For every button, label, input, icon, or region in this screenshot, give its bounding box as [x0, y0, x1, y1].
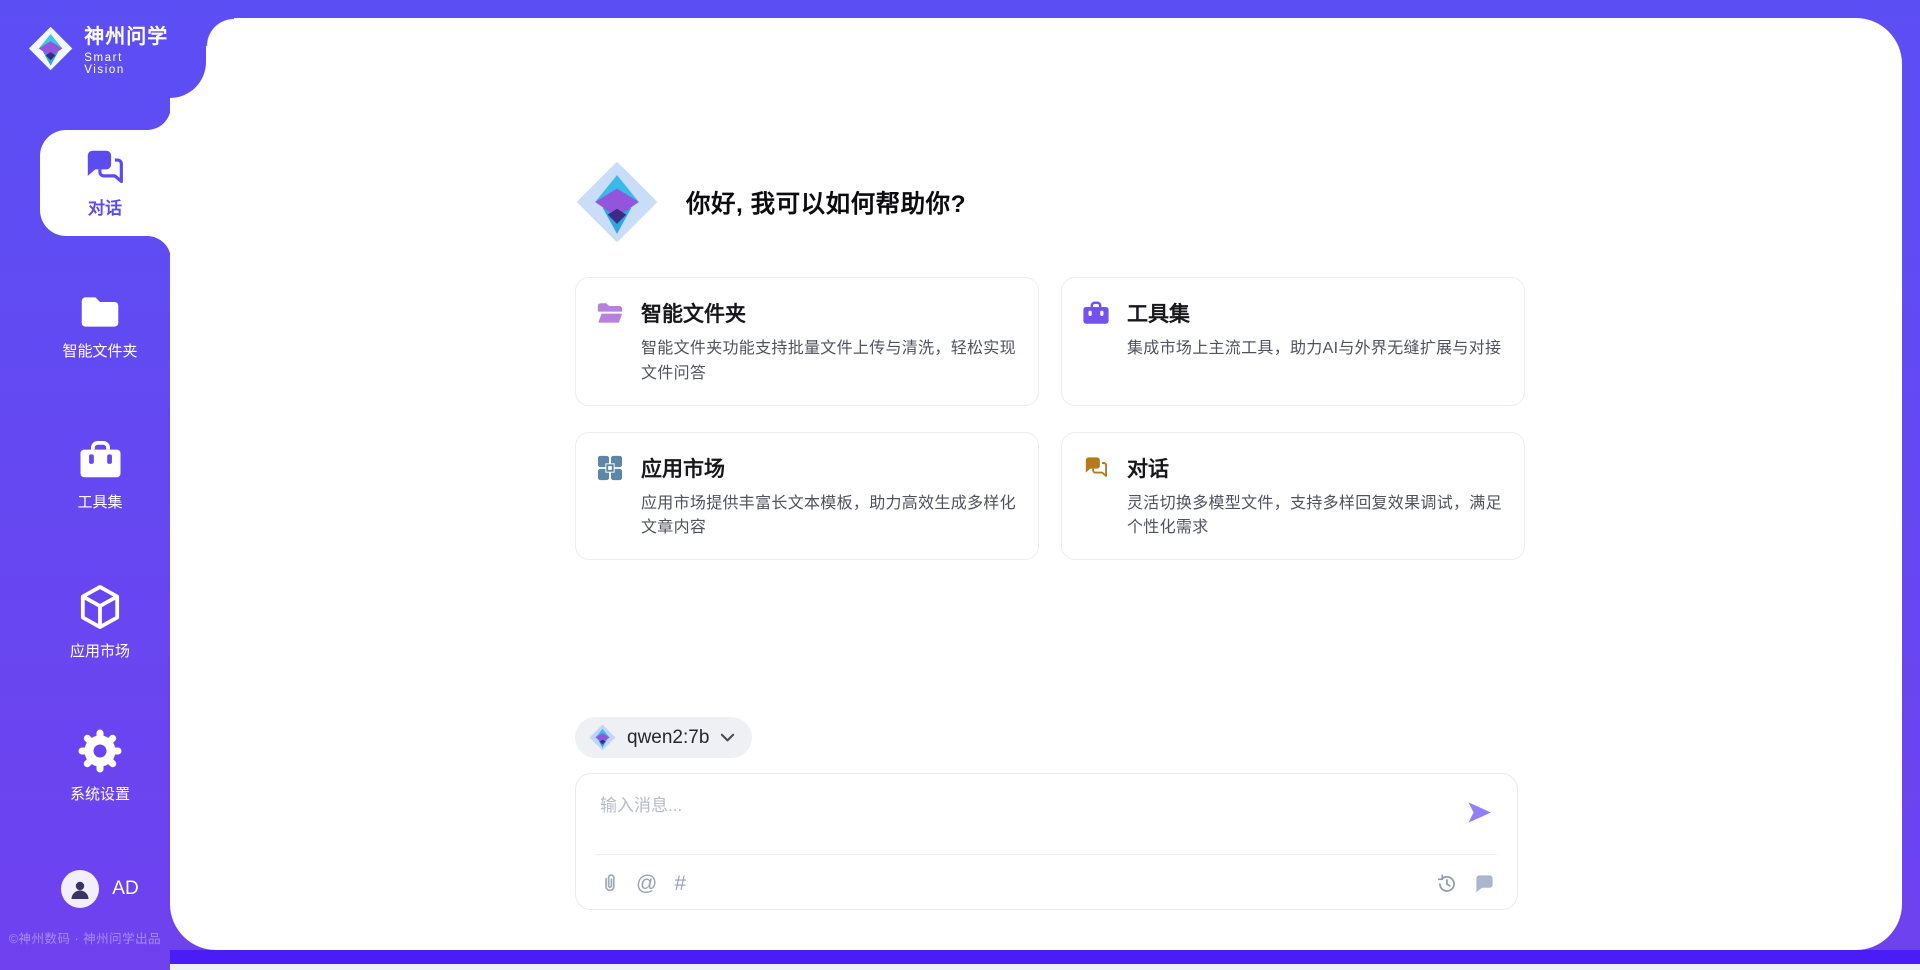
cube-icon — [79, 584, 121, 630]
panel-corner-curve — [206, 18, 234, 46]
history-button[interactable] — [1436, 873, 1457, 894]
composer: @ # — [575, 773, 1518, 910]
diamond-logo-icon — [589, 724, 616, 751]
sidebar-item-settings[interactable]: 系统设置 — [30, 729, 170, 804]
card-description: 应用市场提供丰富长文本模板，助力高效生成多样化文章内容 — [641, 492, 1016, 542]
card-title: 对话 — [1127, 453, 1169, 483]
bottom-edge — [170, 964, 1920, 970]
chat-icon — [83, 147, 128, 188]
attach-button[interactable] — [600, 872, 619, 895]
send-button[interactable] — [1466, 800, 1493, 830]
sidebar-item-app-market[interactable]: 应用市场 — [30, 584, 170, 661]
sidebar-item-chat[interactable]: 对话 — [40, 130, 170, 236]
chat-icon — [1083, 455, 1110, 480]
chat-bubble-icon — [1474, 873, 1495, 893]
card-description: 智能文件夹功能支持批量文件上传与清洗，轻松实现文件问答 — [641, 337, 1016, 387]
card-description: 集成市场上主流工具，助力AI与外界无缝扩展与对接 — [1127, 337, 1502, 362]
hash-icon[interactable]: # — [674, 873, 686, 894]
greeting-title: 你好, 我可以如何帮助你? — [686, 185, 966, 220]
card-description: 灵活切换多模型文件，支持多样回复效果调试，满足个性化需求 — [1127, 492, 1502, 542]
feature-cards: 智能文件夹 智能文件夹功能支持批量文件上传与清洗，轻松实现文件问答 工具集 — [575, 277, 1525, 560]
message-input[interactable] — [576, 774, 1517, 846]
card-title: 智能文件夹 — [641, 298, 746, 328]
sidebar: 神州问学 Smart Vision 对话 智能文件夹 工具集 — [0, 0, 170, 970]
composer-divider — [596, 854, 1497, 855]
bottom-strip — [170, 950, 1920, 964]
person-icon — [68, 877, 92, 901]
gear-icon — [78, 729, 122, 773]
toolbox-icon — [77, 441, 124, 481]
brand-subtitle: Smart Vision — [84, 52, 170, 76]
brand-name: 神州问学 — [84, 20, 170, 49]
sidebar-footer: ©神州数码 · 神州问学出品 — [0, 928, 170, 947]
card-title: 应用市场 — [641, 453, 725, 483]
model-selector[interactable]: qwen2:7b — [575, 717, 752, 758]
briefcase-icon — [1082, 301, 1110, 326]
user-profile[interactable]: AD — [30, 870, 170, 908]
sidebar-item-toolset[interactable]: 工具集 — [30, 441, 170, 512]
sidebar-item-label: 系统设置 — [70, 783, 130, 804]
sidebar-item-label: 应用市场 — [70, 640, 130, 661]
diamond-logo-icon — [575, 160, 659, 244]
chevron-down-icon[interactable] — [720, 733, 735, 743]
card-title: 工具集 — [1127, 298, 1190, 328]
folder-open-icon — [596, 301, 624, 326]
chat-bubble-button[interactable] — [1474, 873, 1495, 893]
model-name: qwen2:7b — [627, 727, 709, 749]
grid-icon — [597, 455, 623, 481]
sidebar-item-label: 智能文件夹 — [62, 340, 137, 361]
brand: 神州问学 Smart Vision — [28, 20, 170, 76]
send-icon — [1466, 800, 1493, 825]
main-panel: 你好, 我可以如何帮助你? 智能文件夹 智能文件夹功能支持批量文件上传与清洗，轻… — [170, 18, 1902, 950]
at-icon[interactable]: @ — [636, 873, 657, 894]
greeting: 你好, 我可以如何帮助你? — [575, 160, 1525, 244]
paperclip-icon — [600, 872, 619, 895]
card-chat[interactable]: 对话 灵活切换多模型文件，支持多样回复效果调试，满足个性化需求 — [1061, 432, 1525, 561]
card-smart-folder[interactable]: 智能文件夹 智能文件夹功能支持批量文件上传与清洗，轻松实现文件问答 — [575, 277, 1039, 406]
sidebar-item-label: 工具集 — [77, 491, 122, 512]
user-initials: AD — [112, 878, 138, 900]
sidebar-item-smart-folder[interactable]: 智能文件夹 — [30, 294, 170, 361]
avatar — [61, 870, 99, 908]
card-toolset[interactable]: 工具集 集成市场上主流工具，助力AI与外界无缝扩展与对接 — [1061, 277, 1525, 406]
brand-logo-icon — [28, 25, 73, 72]
folder-icon — [79, 294, 121, 330]
sidebar-item-label: 对话 — [88, 194, 122, 219]
card-app-market[interactable]: 应用市场 应用市场提供丰富长文本模板，助力高效生成多样化文章内容 — [575, 432, 1039, 561]
history-icon — [1436, 873, 1457, 894]
